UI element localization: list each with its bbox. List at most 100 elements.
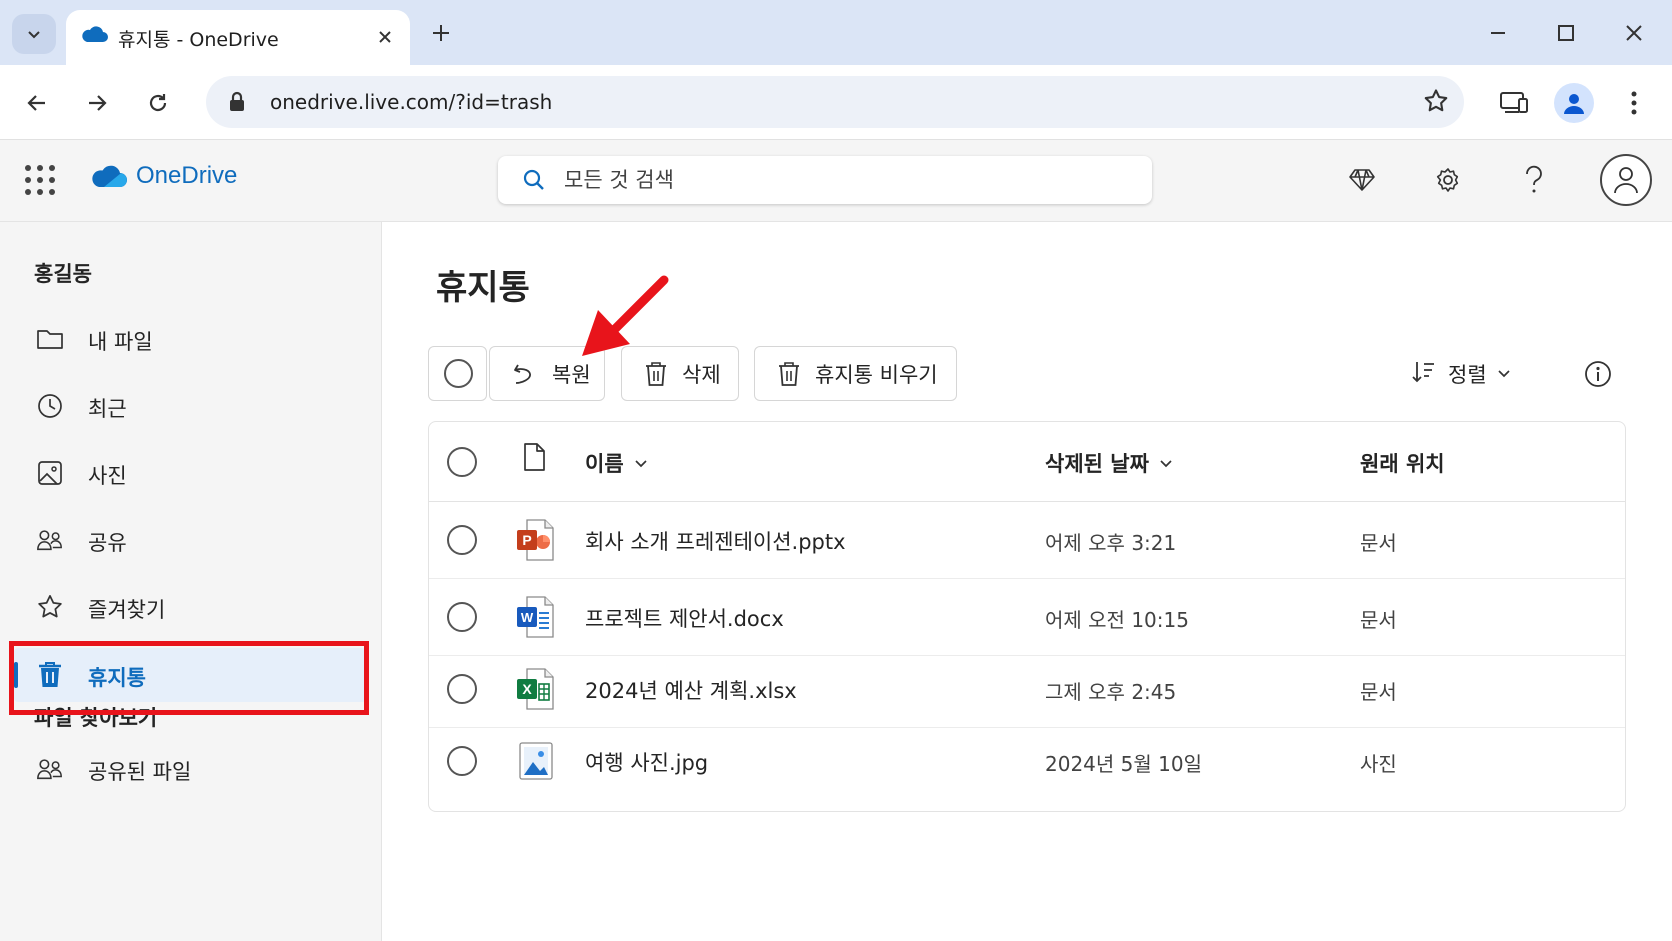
sidebar-item-shared-files[interactable]: 공유된 파일 — [14, 742, 366, 796]
sort-label: 정렬 — [1448, 363, 1487, 387]
minimize-button[interactable] — [1478, 14, 1518, 52]
table-row[interactable]: X 2024년 예산 계획.xlsx 그제 오후 2:45 문서 — [429, 651, 1625, 728]
arrow-left-icon — [27, 95, 45, 111]
file-name[interactable]: 프로젝트 제안서.docx — [585, 603, 784, 633]
bookmark-star-icon[interactable] — [1422, 87, 1450, 115]
row-select-checkbox[interactable] — [447, 674, 477, 704]
address-bar[interactable]: onedrive.live.com/?id=trash — [206, 76, 1464, 128]
powerpoint-file-icon: P — [515, 518, 555, 562]
deleted-date: 어제 오후 3:21 — [1045, 531, 1177, 555]
delete-button[interactable]: 삭제 — [621, 346, 739, 401]
column-header-deleted[interactable]: 삭제된 날짜 — [1045, 448, 1173, 478]
search-input[interactable] — [564, 162, 1124, 198]
column-deleted-label: 삭제된 날짜 — [1045, 452, 1149, 476]
svg-text:X: X — [522, 681, 532, 697]
browser-menu-button[interactable] — [1614, 83, 1654, 123]
delete-label: 삭제 — [682, 362, 721, 387]
restore-label: 복원 — [552, 362, 591, 387]
forward-button[interactable] — [77, 83, 117, 123]
table-row[interactable]: P 회사 소개 프레젠테이션.pptx 어제 오후 3:21 문서 — [429, 502, 1625, 579]
original-location: 사진 — [1360, 752, 1397, 776]
chevron-down-icon — [28, 31, 40, 39]
sidebar-item-my-files[interactable]: 내 파일 — [14, 312, 366, 366]
column-header-location[interactable]: 원래 위치 — [1360, 448, 1445, 478]
reload-icon — [149, 94, 167, 112]
gear-icon — [1436, 168, 1459, 192]
sidebar-item-favorites[interactable]: 즐겨찾기 — [14, 580, 366, 634]
restore-button[interactable]: 복원 — [489, 346, 605, 401]
cast-button[interactable] — [1494, 83, 1534, 123]
row-select-checkbox[interactable] — [447, 602, 477, 632]
empty-recycle-bin-button[interactable]: 휴지통 비우기 — [754, 346, 957, 401]
deleted-date: 그제 오후 2:45 — [1045, 680, 1177, 704]
sidebar-item-label: 즐겨찾기 — [88, 598, 166, 622]
person-icon — [1614, 167, 1638, 194]
new-tab-button[interactable] — [424, 16, 458, 50]
file-name[interactable]: 회사 소개 프레젠테이션.pptx — [585, 526, 846, 556]
back-button[interactable] — [17, 83, 57, 123]
question-icon — [1526, 165, 1542, 193]
browser-tabstrip: 휴지통 - OneDrive — [0, 0, 1672, 65]
sort-icon — [1410, 359, 1436, 389]
browse-files-heading: 파일 찾아보기 — [34, 706, 158, 730]
sidebar-item-shared[interactable]: 공유 — [14, 513, 366, 567]
sort-button[interactable]: 정렬 — [1410, 354, 1511, 394]
arrow-right-icon — [89, 95, 107, 111]
tab-close-button[interactable] — [370, 22, 400, 52]
row-select-checkbox[interactable] — [447, 525, 477, 555]
table-row[interactable]: W 프로젝트 제안서.docx 어제 오전 10:15 문서 — [429, 579, 1625, 656]
browser-profile-button[interactable] — [1554, 83, 1594, 123]
active-indicator — [14, 662, 18, 688]
details-pane-button[interactable] — [1580, 356, 1616, 392]
url-text[interactable]: onedrive.live.com/?id=trash — [270, 90, 552, 114]
sidebar-item-label: 공유된 파일 — [88, 760, 192, 784]
sidebar: 홍길동 내 파일 최근 사진 공유 즐겨찾기 휴지통 파일 찾아보기 공유된 파… — [0, 222, 382, 941]
close-icon — [1626, 25, 1642, 41]
people-icon — [36, 755, 64, 783]
folder-icon — [36, 325, 64, 353]
premium-button[interactable] — [1342, 160, 1382, 200]
sidebar-item-photos[interactable]: 사진 — [14, 446, 366, 500]
trash-icon — [777, 361, 801, 387]
file-name[interactable]: 여행 사진.jpg — [585, 747, 708, 777]
sidebar-item-label: 공유 — [88, 531, 127, 555]
sidebar-item-label: 내 파일 — [88, 330, 153, 354]
table-row[interactable]: 여행 사진.jpg 2024년 5월 10일 사진 — [429, 723, 1625, 800]
sidebar-item-label: 휴지통 — [88, 666, 146, 690]
select-all-button[interactable] — [428, 346, 487, 401]
plus-icon — [433, 25, 449, 41]
trash-icon — [644, 361, 668, 387]
file-name[interactable]: 2024년 예산 계획.xlsx — [585, 675, 797, 705]
browser-tab-active[interactable]: 휴지통 - OneDrive — [66, 10, 410, 65]
devices-icon — [1500, 92, 1528, 113]
select-all-checkbox[interactable] — [447, 447, 477, 477]
sidebar-item-recycle-bin[interactable]: 휴지통 — [14, 648, 366, 702]
sidebar-item-label: 최근 — [88, 397, 127, 421]
file-list: 이름 삭제된 날짜 원래 위치 P 회사 소개 프레젠테이션.pptx 어제 오… — [428, 421, 1626, 812]
help-button[interactable] — [1514, 160, 1554, 200]
account-button[interactable] — [1600, 154, 1652, 206]
sidebar-item-recent[interactable]: 최근 — [14, 379, 366, 433]
sidebar-item-label: 사진 — [88, 464, 127, 488]
row-select-checkbox[interactable] — [447, 746, 477, 776]
app-launcher-button[interactable] — [24, 164, 56, 196]
select-all-radio[interactable] — [444, 359, 473, 388]
empty-recycle-bin-label: 휴지통 비우기 — [815, 362, 938, 387]
settings-button[interactable] — [1428, 160, 1468, 200]
onedrive-cloud-icon — [82, 26, 108, 42]
column-header-name[interactable]: 이름 — [585, 448, 648, 478]
page-title: 휴지통 — [436, 268, 530, 308]
info-icon — [1585, 361, 1611, 387]
maximize-button[interactable] — [1546, 14, 1586, 52]
tab-search-button[interactable] — [12, 14, 56, 54]
clock-icon — [36, 392, 64, 420]
word-file-icon: W — [515, 595, 555, 639]
brand-logo[interactable]: OneDrive — [90, 162, 237, 190]
people-icon — [36, 526, 64, 554]
window-close-button[interactable] — [1614, 14, 1654, 52]
excel-file-icon: X — [515, 667, 555, 711]
tab-title: 휴지통 - OneDrive — [118, 29, 279, 51]
list-header: 이름 삭제된 날짜 원래 위치 — [429, 422, 1625, 502]
reload-button[interactable] — [138, 83, 178, 123]
search-box[interactable] — [498, 156, 1152, 204]
